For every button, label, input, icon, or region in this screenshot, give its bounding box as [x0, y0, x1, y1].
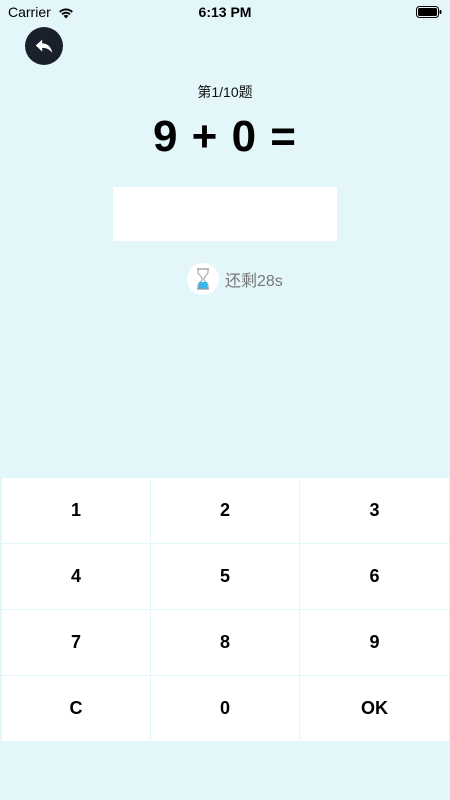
- status-time: 6:13 PM: [198, 4, 252, 20]
- key-2[interactable]: 2: [151, 478, 299, 543]
- key-5[interactable]: 5: [151, 544, 299, 609]
- answer-field[interactable]: [113, 187, 337, 241]
- back-arrow-icon: [35, 39, 53, 53]
- clear-key[interactable]: C: [2, 676, 150, 741]
- status-bar: Carrier 6:13 PM: [0, 0, 450, 24]
- key-1[interactable]: 1: [2, 478, 150, 543]
- key-8[interactable]: 8: [151, 610, 299, 675]
- timer: 还剩28s: [187, 263, 283, 295]
- question-progress: 第1/10题: [197, 84, 253, 100]
- keypad: 1 2 3 4 5 6 7 8 9 C 0 OK: [2, 478, 449, 741]
- back-button[interactable]: [25, 27, 63, 65]
- timer-text: 还剩28s: [225, 273, 283, 290]
- key-4[interactable]: 4: [2, 544, 150, 609]
- hourglass-icon: [187, 263, 219, 295]
- equation: 9 + 0 =: [152, 112, 297, 161]
- key-3[interactable]: 3: [300, 478, 449, 543]
- ok-key[interactable]: OK: [300, 676, 449, 741]
- key-9[interactable]: 9: [300, 610, 449, 675]
- key-7[interactable]: 7: [2, 610, 150, 675]
- key-6[interactable]: 6: [300, 544, 449, 609]
- key-0[interactable]: 0: [151, 676, 299, 741]
- battery-icon: [416, 5, 442, 18]
